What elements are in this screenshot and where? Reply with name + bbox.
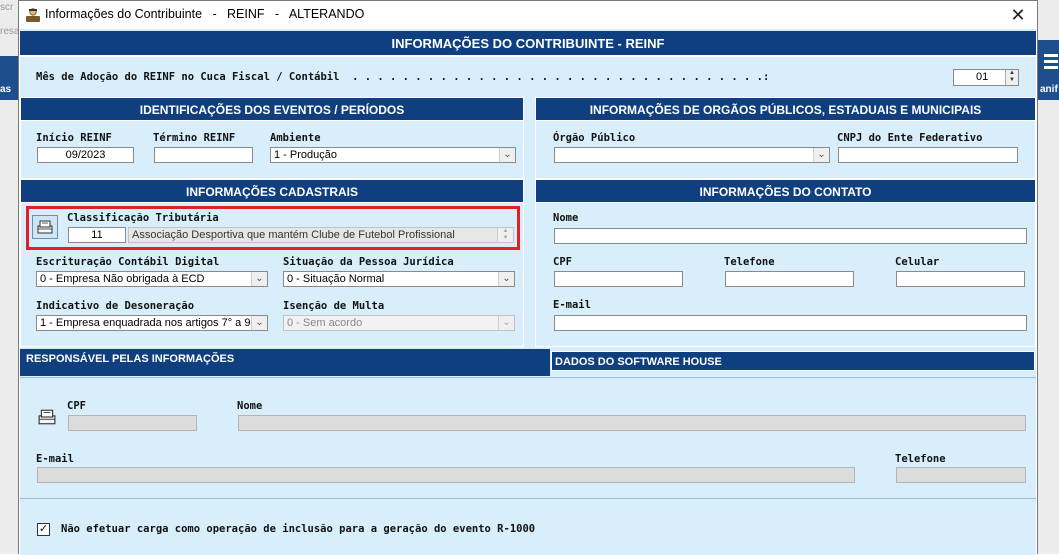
adocao-month-value: 01 xyxy=(976,71,989,83)
background-toolbar: anif xyxy=(1036,40,1059,100)
cnpj-label: CNPJ do Ente Federativo xyxy=(837,132,983,144)
document-tray-icon[interactable] xyxy=(38,409,56,425)
contato-telefone-label: Telefone xyxy=(724,256,775,268)
classificacao-description: Associação Desportiva que mantém Clube d… xyxy=(128,227,514,243)
responsavel-cpf-field xyxy=(68,415,197,431)
situacao-select[interactable]: 0 - Situação Normal ⌄ xyxy=(283,271,515,287)
responsavel-telefone-field xyxy=(896,467,1026,483)
escrituracao-value: 0 - Empresa Não obrigada à ECD xyxy=(40,273,205,285)
contato-nome-field[interactable] xyxy=(554,228,1027,244)
contato-cpf-label: CPF xyxy=(553,256,572,268)
spinner-buttons[interactable]: ▲ ▼ xyxy=(1005,70,1018,85)
cnpj-field[interactable] xyxy=(838,147,1018,163)
page-title: INFORMAÇÕES DO CONTRIBUINTE - REINF xyxy=(20,31,1036,57)
adocao-label: Mês de Adoção do REINF no Cuca Fiscal / … xyxy=(36,71,770,83)
tab-bar: RESPONSÁVEL PELAS INFORMAÇÕES DADOS DO S… xyxy=(20,349,1036,377)
desoneracao-select[interactable]: 1 - Empresa enquadrada nos artigos 7° a … xyxy=(36,315,268,331)
contato-nome-label: Nome xyxy=(553,212,579,224)
contato-email-field[interactable] xyxy=(554,315,1027,331)
contato-email-label: E-mail xyxy=(553,299,591,311)
responsavel-nome-label: Nome xyxy=(237,400,263,412)
scroll-arrows-icon: ▲ ▼ xyxy=(497,228,513,242)
classificacao-code-field[interactable]: 11 xyxy=(68,227,126,243)
adocao-month-spinner[interactable]: 01 ▲ ▼ xyxy=(953,69,1019,86)
background-text: resa xyxy=(0,26,20,37)
classificacao-lookup-button[interactable] xyxy=(32,215,58,239)
inicio-label: Início REINF xyxy=(36,132,112,144)
responsavel-cpf-label: CPF xyxy=(67,400,86,412)
background-toolbar: as xyxy=(0,56,20,100)
contato-header: INFORMAÇÕES DO CONTATO xyxy=(535,179,1036,203)
escrituracao-label: Escrituração Contábil Digital xyxy=(36,256,220,268)
desoneracao-label: Indicativo de Desoneração xyxy=(36,300,195,312)
termino-field[interactable] xyxy=(154,147,253,163)
situacao-value: 0 - Situação Normal xyxy=(287,273,385,285)
inicio-field[interactable]: 09/2023 xyxy=(37,147,134,163)
tab-responsavel[interactable]: RESPONSÁVEL PELAS INFORMAÇÕES xyxy=(20,349,550,377)
situacao-label: Situação da Pessoa Jurídica xyxy=(283,256,454,268)
chevron-down-icon: ⌄ xyxy=(498,316,514,330)
chevron-down-icon[interactable]: ⌄ xyxy=(498,272,514,286)
classificacao-label: Classificação Tributária xyxy=(67,212,219,224)
document-tray-icon xyxy=(37,220,53,234)
termino-label: Término REINF xyxy=(153,132,236,144)
chevron-down-icon[interactable]: ⌄ xyxy=(499,148,515,162)
contato-celular-field[interactable] xyxy=(896,271,1025,287)
menu-icon xyxy=(1044,54,1058,57)
isencao-value: 0 - Sem acordo xyxy=(287,317,363,329)
chevron-down-icon[interactable]: ⌄ xyxy=(251,316,267,330)
responsavel-email-label: E-mail xyxy=(36,453,74,465)
person-icon xyxy=(26,8,40,22)
contato-telefone-field[interactable] xyxy=(725,271,854,287)
orgao-select[interactable]: ⌄ xyxy=(554,147,830,163)
background-toolbar-label: as xyxy=(0,84,12,95)
responsavel-telefone-label: Telefone xyxy=(895,453,946,465)
tab-software-house[interactable]: DADOS DO SOFTWARE HOUSE xyxy=(551,351,1035,371)
isencao-label: Isenção de Multa xyxy=(283,300,385,312)
ambiente-value: 1 - Produção xyxy=(274,149,337,161)
escrituracao-select[interactable]: 0 - Empresa Não obrigada à ECD ⌄ xyxy=(36,271,268,287)
carga-label: Não efetuar carga como operação de inclu… xyxy=(61,523,536,535)
ambiente-label: Ambiente xyxy=(270,132,321,144)
ambiente-select[interactable]: 1 - Produção ⌄ xyxy=(270,147,516,163)
background-toolbar-label: anif xyxy=(1040,84,1058,95)
carga-checkbox[interactable]: ✓ xyxy=(37,523,50,536)
spin-down-icon[interactable]: ▼ xyxy=(1006,77,1018,84)
chevron-down-icon[interactable]: ⌄ xyxy=(251,272,267,286)
responsavel-nome-field xyxy=(238,415,1026,431)
orgao-label: Órgão Público xyxy=(553,132,636,144)
background-app-left: scr resa as xyxy=(0,0,20,554)
chevron-down-icon[interactable]: ⌄ xyxy=(813,148,829,162)
title-bar: Informações do Contribuinte - REINF - AL… xyxy=(19,1,1037,29)
window-title: Informações do Contribuinte - REINF - AL… xyxy=(45,7,365,21)
contato-cpf-field[interactable] xyxy=(554,271,683,287)
spin-up-icon[interactable]: ▲ xyxy=(1006,70,1018,77)
close-button[interactable]: ✕ xyxy=(1005,3,1031,27)
dialog-window: Informações do Contribuinte - REINF - AL… xyxy=(18,0,1038,555)
dialog-content: INFORMAÇÕES DO CONTRIBUINTE - REINF Mês … xyxy=(20,29,1036,555)
orgaos-header: INFORMAÇÕES DE ORGÃOS PÚBLICOS, ESTADUAI… xyxy=(535,97,1036,121)
background-app-right: anif xyxy=(1036,0,1059,554)
contato-celular-label: Celular xyxy=(895,256,940,268)
cadastrais-header: INFORMAÇÕES CADASTRAIS xyxy=(20,179,524,203)
background-text: scr xyxy=(0,2,14,13)
classificacao-description-text: Associação Desportiva que mantém Clube d… xyxy=(132,229,455,241)
identificacoes-header: IDENTIFICAÇÕES DOS EVENTOS / PERÍODOS xyxy=(20,97,524,121)
responsavel-email-field xyxy=(37,467,855,483)
isencao-select: 0 - Sem acordo ⌄ xyxy=(283,315,515,331)
desoneracao-value: 1 - Empresa enquadrada nos artigos 7° a … xyxy=(40,317,255,329)
